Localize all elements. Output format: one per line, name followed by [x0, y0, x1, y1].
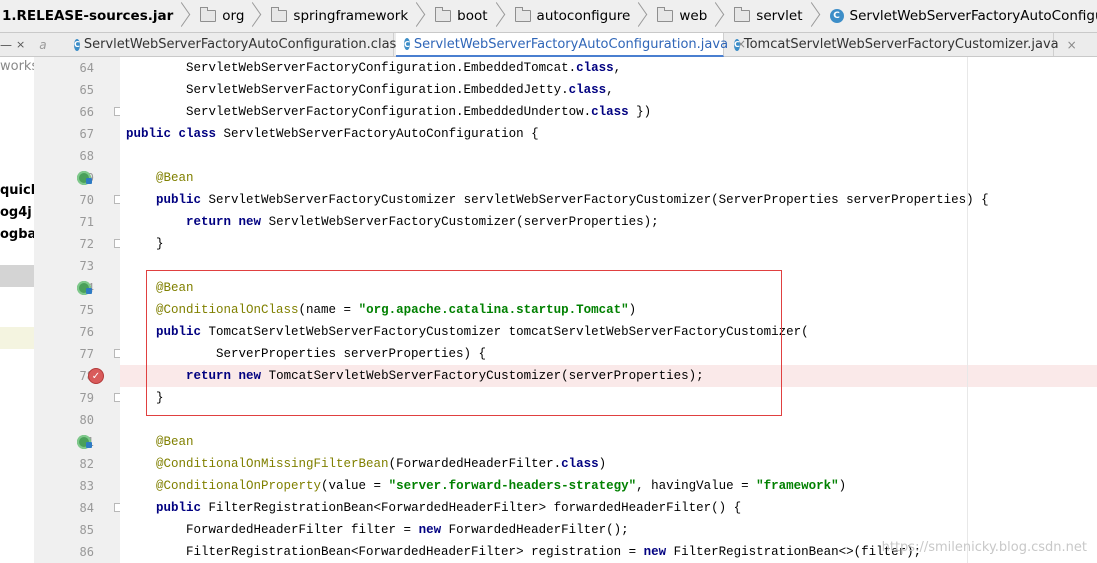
- breadcrumb-item-boot[interactable]: boot: [425, 0, 504, 32]
- chevron-right-icon: [494, 3, 501, 29]
- tab-tomcat-customizer-java[interactable]: C TomcatServletWebServerFactoryCustomize…: [726, 33, 1077, 56]
- breadcrumb-label: web: [679, 8, 708, 24]
- bean-run-icon[interactable]: [77, 281, 92, 295]
- tab-left-controls: — × a: [0, 33, 62, 56]
- code-line[interactable]: ServletWebServerFactoryConfiguration.Emb…: [126, 101, 651, 123]
- line-number: 64: [79, 61, 94, 75]
- folder-icon: [271, 7, 288, 22]
- tab-label: TomcatServletWebServerFactoryCustomizer.…: [743, 37, 1059, 52]
- code-line[interactable]: ServletWebServerFactoryConfiguration.Emb…: [126, 57, 621, 79]
- code-line[interactable]: FilterRegistrationBean<ForwardedHeaderFi…: [126, 541, 921, 563]
- tab-label: ServletWebServerFactoryAutoConfiguration…: [83, 37, 404, 52]
- project-item[interactable]: quick: [0, 183, 34, 198]
- code-line[interactable]: ForwardedHeaderFilter filter = new Forwa…: [126, 519, 629, 541]
- editor-tab-bar: — × a C ServletWebServerFactoryAutoConfi…: [0, 33, 1097, 57]
- breadcrumb-item-org[interactable]: org: [190, 0, 261, 32]
- tab-label: ServletWebServerFactoryAutoConfiguration…: [413, 36, 729, 52]
- chevron-right-icon: [179, 3, 186, 29]
- chevron-right-icon: [809, 3, 816, 29]
- line-number: 86: [79, 545, 94, 559]
- selected-row[interactable]: [0, 265, 34, 287]
- tab-autoconfiguration-java[interactable]: C ServletWebServerFactoryAutoConfigurati…: [396, 33, 746, 57]
- code-line[interactable]: }: [126, 233, 164, 255]
- tab-autoconfiguration-class[interactable]: C ServletWebServerFactoryAutoConfigurati…: [66, 33, 403, 56]
- breadcrumb-label: boot: [457, 8, 488, 24]
- bean-run-icon[interactable]: [77, 171, 92, 185]
- project-item[interactable]: og4j: [0, 205, 34, 220]
- editor-gutter: 64 65 66 67 68 69 70 71 72 73 74 75 76 7…: [34, 57, 123, 563]
- watermark: https://smilenicky.blog.csdn.net: [881, 540, 1087, 555]
- line-number: 77: [79, 347, 94, 361]
- collapse-icon[interactable]: —: [0, 38, 12, 52]
- truncated-label: a: [39, 37, 47, 52]
- folder-icon: [734, 7, 751, 22]
- folder-icon: [435, 7, 452, 22]
- code-line[interactable]: public class ServletWebServerFactoryAuto…: [126, 123, 539, 145]
- folder-icon: [200, 7, 217, 22]
- code-line[interactable]: public ServletWebServerFactoryCustomizer…: [126, 189, 989, 211]
- bean-run-icon[interactable]: [77, 435, 92, 449]
- breadcrumb-item-jar[interactable]: 1.RELEASE-sources.jar: [0, 0, 190, 32]
- class-icon: C: [829, 9, 844, 23]
- breadcrumb-label: autoconfigure: [536, 8, 631, 24]
- code-line[interactable]: ServletWebServerFactoryConfiguration.Emb…: [126, 79, 614, 101]
- class-icon: C: [74, 38, 80, 51]
- class-icon: C: [734, 38, 740, 51]
- breadcrumb-item-web[interactable]: web: [647, 0, 724, 32]
- close-icon[interactable]: ×: [1067, 38, 1077, 52]
- chevron-right-icon: [636, 3, 643, 29]
- breadcrumb: 1.RELEASE-sources.jar org springframewor…: [0, 0, 1097, 33]
- line-number: 67: [79, 127, 94, 141]
- breadcrumb-label: springframework: [293, 8, 409, 24]
- line-number: 80: [79, 413, 94, 427]
- breadcrumb-item-servlet[interactable]: servlet: [724, 0, 819, 32]
- code-line[interactable]: @ConditionalOnProperty(value = "server.f…: [126, 475, 846, 497]
- project-panel: worksp quick og4j ogbac: [0, 57, 35, 563]
- project-item[interactable]: worksp: [0, 59, 34, 74]
- folder-icon: [514, 7, 531, 22]
- code-line[interactable]: public FilterRegistrationBean<ForwardedH…: [126, 497, 741, 519]
- line-number: 66: [79, 105, 94, 119]
- breadcrumb-item-autoconfigure[interactable]: autoconfigure: [505, 0, 648, 32]
- breakpoint-icon[interactable]: ✓: [88, 368, 104, 384]
- code-line[interactable]: return new ServletWebServerFactoryCustom…: [126, 211, 659, 233]
- project-item[interactable]: ogbac: [0, 227, 34, 242]
- line-number: 85: [79, 523, 94, 537]
- breadcrumb-label: ServletWebServerFactoryAutoConfiguration: [849, 8, 1097, 24]
- class-icon: C: [404, 38, 410, 50]
- highlight-box: [146, 270, 782, 416]
- line-number: 75: [79, 303, 94, 317]
- line-number: 78: [79, 369, 94, 383]
- line-number: 76: [79, 325, 94, 339]
- breadcrumb-label: org: [222, 8, 245, 24]
- line-number: 82: [79, 457, 94, 471]
- line-number: 83: [79, 479, 94, 493]
- breadcrumb-item-springframework[interactable]: springframework: [261, 0, 425, 32]
- line-number: 65: [79, 83, 94, 97]
- line-number: 84: [79, 501, 94, 515]
- line-number: 73: [79, 259, 94, 273]
- line-number: 68: [79, 149, 94, 163]
- chevron-right-icon: [250, 3, 257, 29]
- chevron-right-icon: [414, 3, 421, 29]
- chevron-right-icon: [713, 3, 720, 29]
- line-number: 79: [79, 391, 94, 405]
- line-number: 70: [79, 193, 94, 207]
- line-number: 72: [79, 237, 94, 251]
- breadcrumb-item-class[interactable]: C ServletWebServerFactoryAutoConfiguratio…: [820, 0, 1097, 32]
- code-line[interactable]: @Bean: [126, 167, 194, 189]
- highlighted-row[interactable]: [0, 327, 34, 349]
- line-number: 71: [79, 215, 94, 229]
- close-icon[interactable]: ×: [16, 38, 25, 51]
- code-line[interactable]: @Bean: [126, 431, 194, 453]
- right-margin-guide: [967, 57, 968, 563]
- code-line[interactable]: @ConditionalOnMissingFilterBean(Forwarde…: [126, 453, 606, 475]
- breadcrumb-label: servlet: [756, 8, 803, 24]
- breadcrumb-label: 1.RELEASE-sources.jar: [2, 8, 174, 24]
- folder-icon: [657, 7, 674, 22]
